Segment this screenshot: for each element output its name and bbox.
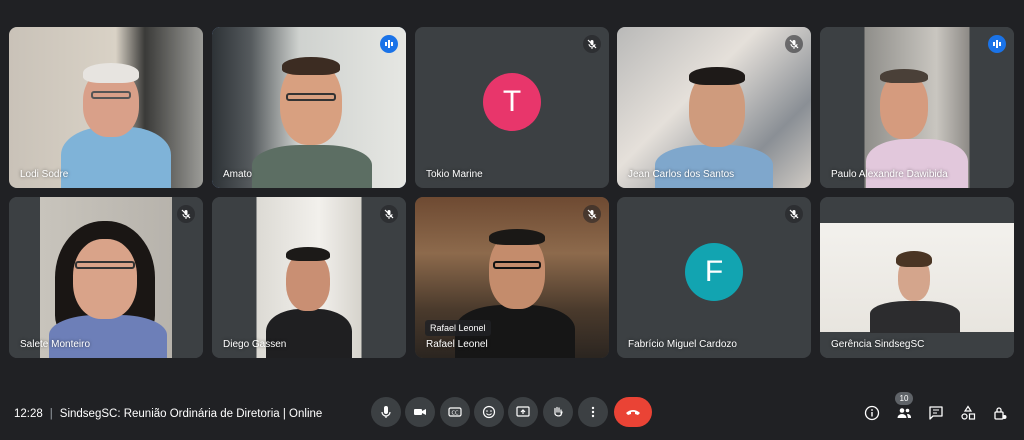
svg-text:CC: CC [452, 411, 459, 417]
participant-name: Fabrício Miguel Cardozo [628, 339, 737, 350]
people-icon [897, 408, 912, 418]
avatar: T [483, 72, 541, 131]
participants-count-badge: 10 [895, 392, 913, 405]
participant-name: Amato [223, 169, 252, 180]
mic-muted-icon [380, 205, 398, 223]
participant-name: Jean Carlos dos Santos [628, 169, 735, 180]
participant-name: Paulo Alexandre Dawibida [831, 169, 948, 180]
captions-button[interactable]: CC [440, 397, 470, 427]
camera-button[interactable] [405, 397, 435, 427]
clock-time: 12:28 [14, 408, 43, 420]
speaking-indicator-icon [380, 35, 398, 53]
participant-name: Rafael Leonel [426, 339, 488, 350]
host-controls-icon [994, 407, 1007, 420]
end-call-button[interactable] [614, 397, 652, 427]
mic-muted-icon [785, 205, 803, 223]
mic-button[interactable] [371, 397, 401, 427]
host-controls-button[interactable] [988, 401, 1012, 425]
present-button[interactable] [508, 397, 538, 427]
end-call-icon [626, 410, 640, 415]
meeting-title: SindsegSC: Reunião Ordinária de Diretori… [59, 408, 323, 420]
emoji-icon [482, 405, 496, 419]
bottom-toolbar: 12:28 | SindsegSC: Reunião Ordinária de Di… [0, 392, 1024, 435]
people-button[interactable]: 10 [892, 392, 916, 425]
mic-muted-icon [583, 205, 601, 223]
captions-icon: CC [448, 407, 462, 417]
avatar-initial: F [704, 254, 724, 288]
participant-tile-fabricio-miguel[interactable]: F Fabrício Miguel Cardozo [617, 197, 811, 358]
camera-icon [414, 409, 426, 415]
participant-tile-salete-monteiro[interactable]: Salete Monteiro [9, 197, 203, 358]
participant-tile-lodi-sodre[interactable]: Lodi Sodre [9, 27, 203, 188]
name-tooltip: Rafael Leonel [425, 320, 491, 336]
meeting-details-button[interactable] [860, 401, 884, 425]
mic-muted-icon [177, 205, 195, 223]
participant-tile-amato[interactable]: Amato [212, 27, 406, 188]
raise-hand-button[interactable] [543, 397, 573, 427]
avatar-initial: T [502, 84, 522, 118]
meeting-info: 12:28 | SindsegSC: Reunião Ordinária de Di… [14, 408, 322, 420]
mic-muted-icon [583, 35, 601, 53]
avatar: F [685, 242, 743, 301]
more-options-icon [591, 406, 595, 418]
participant-name: Lodi Sodre [20, 169, 69, 180]
separator: | [49, 408, 53, 420]
participant-name: Gerência SindsegSC [831, 339, 925, 350]
emoji-button[interactable] [474, 397, 504, 427]
participant-name: Tokio Marine [426, 169, 483, 180]
participant-name: Diego Gassen [223, 339, 287, 350]
mic-icon [381, 406, 391, 418]
info-icon [864, 405, 880, 421]
chat-button[interactable] [924, 401, 948, 425]
participant-tile-jean-carlos[interactable]: Jean Carlos dos Santos [617, 27, 811, 188]
speaking-indicator-icon [988, 35, 1006, 53]
participant-tile-tokio-marine[interactable]: T Tokio Marine [415, 27, 609, 188]
activities-button[interactable] [956, 401, 980, 425]
participant-tile-gerencia-sindsegsc[interactable]: Gerência SindsegSC [820, 197, 1014, 358]
chat-icon [929, 406, 943, 420]
raise-hand-icon [554, 406, 563, 417]
more-options-button[interactable] [578, 397, 608, 427]
present-icon [516, 406, 530, 417]
participant-name: Salete Monteiro [20, 339, 91, 350]
participant-tile-rafael-leonel[interactable]: Rafael Leonel Rafael Leonel [415, 197, 609, 358]
participant-tile-diego-gassen[interactable]: Diego Gassen [212, 197, 406, 358]
mic-muted-icon [785, 35, 803, 53]
activities-icon [961, 405, 976, 420]
participant-tile-paulo-alexandre[interactable]: Paulo Alexandre Dawibida [820, 27, 1014, 188]
